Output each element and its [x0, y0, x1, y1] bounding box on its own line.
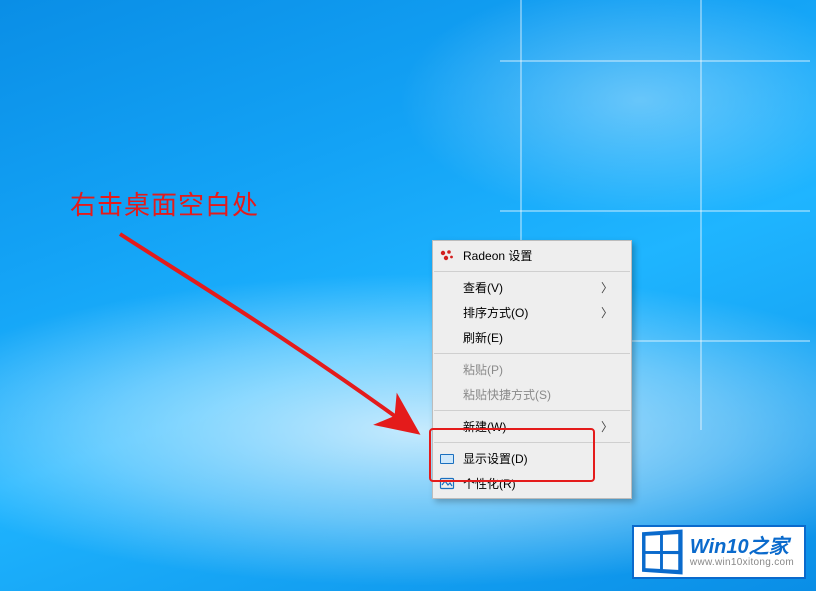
menu-item-refresh[interactable]: 刷新(E)	[433, 325, 631, 350]
watermark-url: www.win10xitong.com	[690, 557, 794, 568]
chevron-right-icon: 〉	[601, 304, 613, 321]
menu-separator	[434, 353, 630, 354]
annotation-arrow	[108, 228, 436, 446]
watermark: Win10之家 www.win10xitong.com	[632, 525, 806, 579]
menu-label: 排序方式(O)	[463, 304, 593, 321]
chevron-right-icon: 〉	[601, 279, 613, 296]
annotation-text: 右击桌面空白处	[70, 185, 259, 222]
menu-label: 新建(W)	[463, 418, 593, 435]
menu-label: 个性化(R)	[463, 475, 613, 492]
menu-item-paste-shortcut: 粘贴快捷方式(S)	[433, 382, 631, 407]
menu-separator	[434, 410, 630, 411]
menu-label: 显示设置(D)	[463, 450, 613, 467]
menu-item-display-settings[interactable]: 显示设置(D)	[433, 446, 631, 471]
menu-label: Radeon 设置	[463, 247, 613, 264]
menu-label: 查看(V)	[463, 279, 593, 296]
desktop-window-lines	[0, 0, 816, 591]
chevron-right-icon: 〉	[601, 418, 613, 435]
desktop-light-beam	[0, 0, 816, 591]
menu-label: 粘贴快捷方式(S)	[463, 386, 613, 403]
menu-item-radeon-settings[interactable]: Radeon 设置	[433, 243, 631, 268]
desktop-context-menu: Radeon 设置 查看(V) 〉 排序方式(O) 〉 刷新(E) 粘贴(P) …	[432, 240, 632, 499]
watermark-title-zh: 之家	[749, 536, 789, 558]
menu-item-view[interactable]: 查看(V) 〉	[433, 275, 631, 300]
menu-item-sort-by[interactable]: 排序方式(O) 〉	[433, 300, 631, 325]
menu-separator	[434, 442, 630, 443]
menu-item-new[interactable]: 新建(W) 〉	[433, 414, 631, 439]
menu-item-personalize[interactable]: 个性化(R)	[433, 471, 631, 496]
menu-label: 刷新(E)	[463, 329, 613, 346]
watermark-text: Win10之家 www.win10xitong.com	[690, 537, 794, 568]
display-icon	[439, 451, 455, 467]
radeon-icon	[439, 248, 455, 264]
watermark-title-en: Win10	[690, 536, 749, 558]
personalize-icon	[439, 476, 455, 492]
menu-label: 粘贴(P)	[463, 361, 613, 378]
menu-item-paste: 粘贴(P)	[433, 357, 631, 382]
menu-separator	[434, 271, 630, 272]
windows-logo-icon	[642, 530, 683, 575]
